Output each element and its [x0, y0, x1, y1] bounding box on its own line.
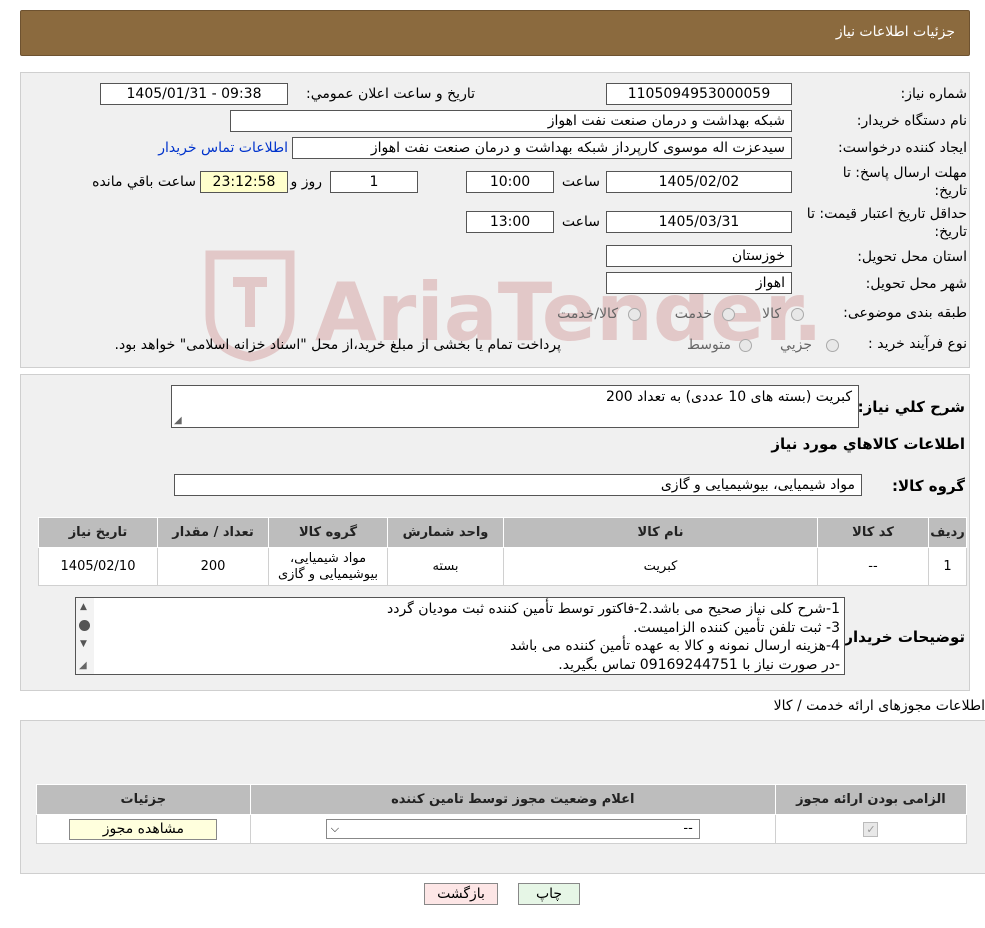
- scroll-thumb[interactable]: [79, 620, 90, 631]
- time-remaining-field: 23:12:58: [200, 171, 288, 193]
- delivery-province-label: استان محل تحويل:: [857, 249, 967, 265]
- table-row: ✓ -- ⌵ مشاهده مجوز: [36, 814, 968, 844]
- category-radio-service[interactable]: [722, 308, 735, 321]
- back-button[interactable]: بازگشت: [424, 883, 498, 905]
- goods-table-header: رديف کد کالا نام کالا واحد شمارش گروه کا…: [38, 517, 967, 548]
- process-payment-note: پرداخت تمام يا بخشی از مبلغ خريد،از محل …: [114, 337, 561, 353]
- buyer-notes-label: توضيحات خريدار:: [838, 628, 965, 646]
- announce-datetime-field: 1405/01/31 - 09:38: [100, 83, 288, 105]
- permit-status-select[interactable]: -- ⌵: [325, 819, 700, 839]
- buyer-org-label: نام دستگاه خريدار:: [856, 113, 967, 129]
- view-permit-button[interactable]: مشاهده مجوز: [69, 818, 218, 840]
- creator-field: سیدعزت اله موسوی کارپرداز شبکه بهداشت و …: [292, 137, 792, 159]
- permits-table-header: الزامی بودن ارائه مجوز اعلام وضعیت مجوز …: [36, 784, 968, 815]
- cell-qty: 200: [157, 547, 269, 586]
- scroll-up-icon[interactable]: ▲: [80, 602, 87, 612]
- category-radio-goods[interactable]: [791, 308, 804, 321]
- cell-row: 1: [928, 547, 967, 586]
- purchase-process-label: نوع فرآيند خريد :: [868, 336, 967, 352]
- print-button[interactable]: چاپ: [518, 883, 580, 905]
- delivery-province-field: خوزستان: [606, 245, 792, 267]
- permits-table: الزامی بودن ارائه مجوز اعلام وضعیت مجوز …: [36, 784, 968, 844]
- cell-name: کبریت: [503, 547, 818, 586]
- cell-permit-status: -- ⌵: [249, 814, 776, 844]
- price-validity-label-line2: تاريخ:: [934, 224, 967, 240]
- price-validity-time-field: 13:00: [466, 211, 554, 233]
- delivery-city-field: اهواز: [606, 272, 792, 294]
- buyer-notes-textarea[interactable]: ▲ ▼ ◢ 1-شرح کلی نیاز صحیح می باشد.2-فاکت…: [75, 597, 845, 675]
- permit-status-value: --: [683, 821, 693, 836]
- cell-permit-details: مشاهده مجوز: [36, 814, 251, 844]
- deadline-label-line2: تاريخ:: [934, 183, 967, 199]
- col-permit-details: جزئیات: [36, 784, 251, 815]
- process-radio-medium[interactable]: [739, 339, 752, 352]
- need-summary-label: شرح کلي نياز:: [857, 398, 965, 416]
- need-summary-textarea[interactable]: کبریت (بسته های 10 عددی) به تعداد 200 ◢: [171, 385, 859, 428]
- cell-unit: بسته: [387, 547, 504, 586]
- price-validity-date-field: 1405/03/31: [606, 211, 792, 233]
- deadline-time-field: 10:00: [466, 171, 554, 193]
- category-option-goods: کالا: [762, 306, 781, 322]
- col-permit-required: الزامی بودن ارائه مجوز: [774, 784, 968, 815]
- permits-section-title: اطلاعات مجوزهای ارائه خدمت / کالا: [773, 698, 985, 714]
- deadline-time-label: ساعت: [561, 174, 600, 190]
- col-unit: واحد شمارش: [387, 517, 504, 548]
- col-row: رديف: [928, 517, 967, 548]
- process-option-medium: متوسط: [687, 337, 731, 353]
- buyer-notes-text: 1-شرح کلی نیاز صحیح می باشد.2-فاکتور توس…: [100, 600, 840, 674]
- time-remaining-label: ساعت باقي مانده: [92, 174, 196, 190]
- buyer-note-line: 1-شرح کلی نیاز صحیح می باشد.2-فاکتور توس…: [386, 601, 840, 617]
- price-validity-time-label: ساعت: [561, 214, 600, 230]
- deadline-label: مهلت ارسال پاسخ: تا: [842, 165, 967, 181]
- category-option-service: خدمت: [674, 306, 712, 322]
- buyer-note-line: 3- ثبت تلفن تأمین کننده الزامیست.: [633, 619, 840, 636]
- goods-group-label: گروه کالا:: [892, 477, 965, 495]
- page-header: جزئیات اطلاعات نیاز: [20, 10, 970, 56]
- scroll-down-icon[interactable]: ▼: [80, 639, 87, 649]
- notes-scrollbar[interactable]: ▲ ▼ ◢: [76, 598, 94, 674]
- category-option-goods-service: کالا/خدمت: [557, 306, 618, 322]
- deadline-date-field: 1405/02/02: [606, 171, 792, 193]
- col-group: گروه کالا: [268, 517, 388, 548]
- buyer-contact-link[interactable]: اطلاعات تماس خريدار: [158, 140, 288, 156]
- buyer-note-line: 4-هزینه ارسال نمونه و کالا به عهده تأمین…: [510, 638, 840, 654]
- table-row: 1 -- کبریت بسته مواد شیمیایی، بیوشیمیایی…: [38, 547, 967, 586]
- col-code: کد کالا: [817, 517, 929, 548]
- cell-group-line2: بیوشیمیایی و گازی: [277, 566, 379, 582]
- process-radio-minor[interactable]: [826, 339, 839, 352]
- page-title: جزئیات اطلاعات نیاز: [835, 24, 955, 40]
- days-label: روز و: [290, 174, 323, 190]
- resize-grip-icon: ◢: [174, 415, 182, 426]
- category-label: طبقه بندی موضوعی:: [843, 305, 967, 321]
- permit-required-checkbox[interactable]: ✓: [863, 821, 879, 837]
- announce-datetime-label: تاريخ و ساعت اعلان عمومي:: [306, 86, 475, 102]
- creator-label: ايجاد کننده درخواست:: [838, 140, 967, 156]
- cell-group-line1: مواد شیمیایی،: [289, 550, 367, 566]
- goods-table: رديف کد کالا نام کالا واحد شمارش گروه کا…: [38, 517, 967, 586]
- buyer-note-line: -در صورت نیاز با 09169244751 تماس بگیرید…: [558, 656, 840, 673]
- chevron-down-icon: ⌵: [330, 822, 340, 835]
- price-validity-label: حداقل تاريخ اعتبار قيمت: تا: [806, 206, 967, 222]
- cell-permit-required: ✓: [774, 814, 968, 844]
- cell-date: 1405/02/10: [38, 547, 158, 586]
- cell-group: مواد شیمیایی، بیوشیمیایی و گازی: [268, 547, 388, 586]
- col-qty: تعداد / مقدار: [157, 517, 269, 548]
- days-remaining-field: 1: [330, 171, 418, 193]
- need-summary-text: کبریت (بسته های 10 عددی) به تعداد 200: [605, 389, 852, 405]
- col-permit-status: اعلام وضعیت مجوز توسط تامین کننده: [249, 784, 776, 815]
- buyer-org-field: شبکه بهداشت و درمان صنعت نفت اهواز: [230, 110, 792, 132]
- process-option-minor: جزيي: [780, 337, 812, 353]
- need-number-label: شماره نیاز:: [900, 86, 968, 102]
- resize-grip-icon: ◢: [79, 660, 87, 671]
- need-number-field: 1105094953000059: [606, 83, 792, 105]
- col-name: نام کالا: [503, 517, 818, 548]
- category-radio-goods-service[interactable]: [628, 308, 641, 321]
- cell-code: --: [817, 547, 929, 586]
- goods-group-field: مواد شیمیایی، بیوشیمیایی و گازی: [174, 474, 862, 496]
- col-date: تاريخ نياز: [38, 517, 158, 548]
- delivery-city-label: شهر محل تحويل:: [865, 276, 967, 292]
- goods-section-title: اطلاعات کالاهاي مورد نياز: [771, 435, 965, 453]
